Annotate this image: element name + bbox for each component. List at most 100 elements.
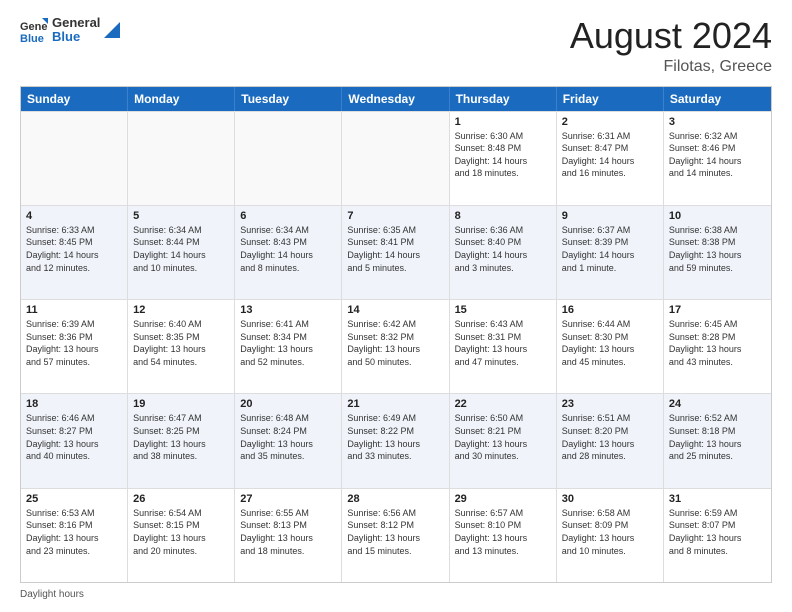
empty-cell	[342, 112, 449, 205]
calendar-week-1: 1 Sunrise: 6:30 AMSunset: 8:48 PMDaylight…	[21, 111, 771, 205]
calendar-body: 1 Sunrise: 6:30 AMSunset: 8:48 PMDaylight…	[21, 111, 771, 582]
day-number: 25	[26, 493, 122, 505]
day-details: Sunrise: 6:57 AMSunset: 8:10 PMDaylight:…	[455, 507, 551, 557]
day-number: 6	[240, 210, 336, 222]
day-cell-27: 27Sunrise: 6:55 AMSunset: 8:13 PMDayligh…	[235, 489, 342, 582]
logo: General Blue General Blue	[20, 16, 120, 45]
location-subtitle: Filotas, Greece	[570, 58, 772, 76]
day-cell-22: 22Sunrise: 6:50 AMSunset: 8:21 PMDayligh…	[450, 394, 557, 487]
calendar-week-3: 11 Sunrise: 6:39 AMSunset: 8:36 PMDayligh…	[21, 299, 771, 393]
day-cell-12: 12Sunrise: 6:40 AMSunset: 8:35 PMDayligh…	[128, 300, 235, 393]
day-number: 16	[562, 304, 658, 316]
day-number: 3	[669, 116, 766, 128]
day-details: Sunrise: 6:31 AMSunset: 8:47 PMDaylight:…	[562, 130, 658, 180]
day-number: 11	[26, 304, 122, 316]
day-details: Sunrise: 6:59 AMSunset: 8:07 PMDaylight:…	[669, 507, 766, 557]
day-number: 26	[133, 493, 229, 505]
header-day-friday: Friday	[557, 87, 664, 111]
day-details: Sunrise: 6:55 AMSunset: 8:13 PMDaylight:…	[240, 507, 336, 557]
day-number: 10	[669, 210, 766, 222]
day-number: 31	[669, 493, 766, 505]
logo-general: General	[52, 16, 100, 30]
title-block: August 2024 Filotas, Greece	[570, 16, 772, 76]
day-cell-30: 30 Sunrise: 6:58 AMSunset: 8:09 PMDayligh…	[557, 489, 664, 582]
logo-icon: General Blue	[20, 16, 48, 44]
day-number: 13	[240, 304, 336, 316]
day-cell-7: 7 Sunrise: 6:35 AMSunset: 8:41 PMDaylight…	[342, 206, 449, 299]
day-cell-24: 24 Sunrise: 6:52 AMSunset: 8:18 PMDayligh…	[664, 394, 771, 487]
day-details: Sunrise: 6:51 AMSunset: 8:20 PMDaylight:…	[562, 412, 658, 462]
day-number: 8	[455, 210, 551, 222]
svg-text:Blue: Blue	[20, 33, 44, 44]
header-day-wednesday: Wednesday	[342, 87, 449, 111]
header-day-sunday: Sunday	[21, 87, 128, 111]
day-number: 19	[133, 398, 229, 410]
day-cell-28: 28 Sunrise: 6:56 AMSunset: 8:12 PMDayligh…	[342, 489, 449, 582]
day-details: Sunrise: 6:56 AMSunset: 8:12 PMDaylight:…	[347, 507, 443, 557]
day-cell-1: 1 Sunrise: 6:30 AMSunset: 8:48 PMDaylight…	[450, 112, 557, 205]
day-number: 7	[347, 210, 443, 222]
day-details: Sunrise: 6:30 AMSunset: 8:48 PMDaylight:…	[455, 130, 551, 180]
day-number: 2	[562, 116, 658, 128]
day-cell-8: 8 Sunrise: 6:36 AMSunset: 8:40 PMDaylight…	[450, 206, 557, 299]
day-cell-29: 29Sunrise: 6:57 AMSunset: 8:10 PMDayligh…	[450, 489, 557, 582]
header-day-thursday: Thursday	[450, 87, 557, 111]
day-number: 9	[562, 210, 658, 222]
day-number: 28	[347, 493, 443, 505]
calendar-week-4: 18 Sunrise: 6:46 AMSunset: 8:27 PMDayligh…	[21, 393, 771, 487]
day-cell-10: 10 Sunrise: 6:38 AMSunset: 8:38 PMDayligh…	[664, 206, 771, 299]
day-details: Sunrise: 6:44 AMSunset: 8:30 PMDaylight:…	[562, 318, 658, 368]
day-details: Sunrise: 6:48 AMSunset: 8:24 PMDaylight:…	[240, 412, 336, 462]
svg-text:General: General	[20, 21, 48, 33]
day-details: Sunrise: 6:39 AMSunset: 8:36 PMDaylight:…	[26, 318, 122, 368]
logo-wordmark: General Blue	[52, 16, 100, 45]
day-number: 22	[455, 398, 551, 410]
day-details: Sunrise: 6:49 AMSunset: 8:22 PMDaylight:…	[347, 412, 443, 462]
day-number: 4	[26, 210, 122, 222]
day-number: 14	[347, 304, 443, 316]
day-details: Sunrise: 6:38 AMSunset: 8:38 PMDaylight:…	[669, 224, 766, 274]
day-details: Sunrise: 6:47 AMSunset: 8:25 PMDaylight:…	[133, 412, 229, 462]
day-details: Sunrise: 6:34 AMSunset: 8:43 PMDaylight:…	[240, 224, 336, 274]
day-details: Sunrise: 6:45 AMSunset: 8:28 PMDaylight:…	[669, 318, 766, 368]
day-number: 24	[669, 398, 766, 410]
day-details: Sunrise: 6:40 AMSunset: 8:35 PMDaylight:…	[133, 318, 229, 368]
day-details: Sunrise: 6:34 AMSunset: 8:44 PMDaylight:…	[133, 224, 229, 274]
day-cell-3: 3 Sunrise: 6:32 AMSunset: 8:46 PMDaylight…	[664, 112, 771, 205]
logo-triangle-icon	[104, 22, 120, 38]
day-details: Sunrise: 6:58 AMSunset: 8:09 PMDaylight:…	[562, 507, 658, 557]
day-details: Sunrise: 6:41 AMSunset: 8:34 PMDaylight:…	[240, 318, 336, 368]
month-year-title: August 2024	[570, 16, 772, 56]
day-details: Sunrise: 6:54 AMSunset: 8:15 PMDaylight:…	[133, 507, 229, 557]
empty-cell	[235, 112, 342, 205]
day-details: Sunrise: 6:36 AMSunset: 8:40 PMDaylight:…	[455, 224, 551, 274]
day-details: Sunrise: 6:32 AMSunset: 8:46 PMDaylight:…	[669, 130, 766, 180]
day-number: 30	[562, 493, 658, 505]
day-number: 21	[347, 398, 443, 410]
header-day-tuesday: Tuesday	[235, 87, 342, 111]
day-number: 23	[562, 398, 658, 410]
header-day-saturday: Saturday	[664, 87, 771, 111]
empty-cell	[21, 112, 128, 205]
day-number: 20	[240, 398, 336, 410]
day-number: 1	[455, 116, 551, 128]
day-details: Sunrise: 6:52 AMSunset: 8:18 PMDaylight:…	[669, 412, 766, 462]
day-cell-25: 25Sunrise: 6:53 AMSunset: 8:16 PMDayligh…	[21, 489, 128, 582]
logo-blue: Blue	[52, 30, 100, 44]
day-cell-4: 4 Sunrise: 6:33 AMSunset: 8:45 PMDaylight…	[21, 206, 128, 299]
day-details: Sunrise: 6:33 AMSunset: 8:45 PMDaylight:…	[26, 224, 122, 274]
day-details: Sunrise: 6:35 AMSunset: 8:41 PMDaylight:…	[347, 224, 443, 274]
footer-note: Daylight hours	[20, 589, 772, 600]
day-cell-21: 21 Sunrise: 6:49 AMSunset: 8:22 PMDayligh…	[342, 394, 449, 487]
day-cell-26: 26 Sunrise: 6:54 AMSunset: 8:15 PMDayligh…	[128, 489, 235, 582]
page: General Blue General Blue August 2024 Fi…	[0, 0, 792, 612]
calendar-header-row: SundayMondayTuesdayWednesdayThursdayFrid…	[21, 87, 771, 111]
day-cell-16: 16 Sunrise: 6:44 AMSunset: 8:30 PMDayligh…	[557, 300, 664, 393]
day-number: 17	[669, 304, 766, 316]
calendar-week-2: 4 Sunrise: 6:33 AMSunset: 8:45 PMDaylight…	[21, 205, 771, 299]
day-cell-14: 14Sunrise: 6:42 AMSunset: 8:32 PMDayligh…	[342, 300, 449, 393]
day-details: Sunrise: 6:46 AMSunset: 8:27 PMDaylight:…	[26, 412, 122, 462]
day-number: 18	[26, 398, 122, 410]
day-number: 15	[455, 304, 551, 316]
day-cell-31: 31 Sunrise: 6:59 AMSunset: 8:07 PMDayligh…	[664, 489, 771, 582]
